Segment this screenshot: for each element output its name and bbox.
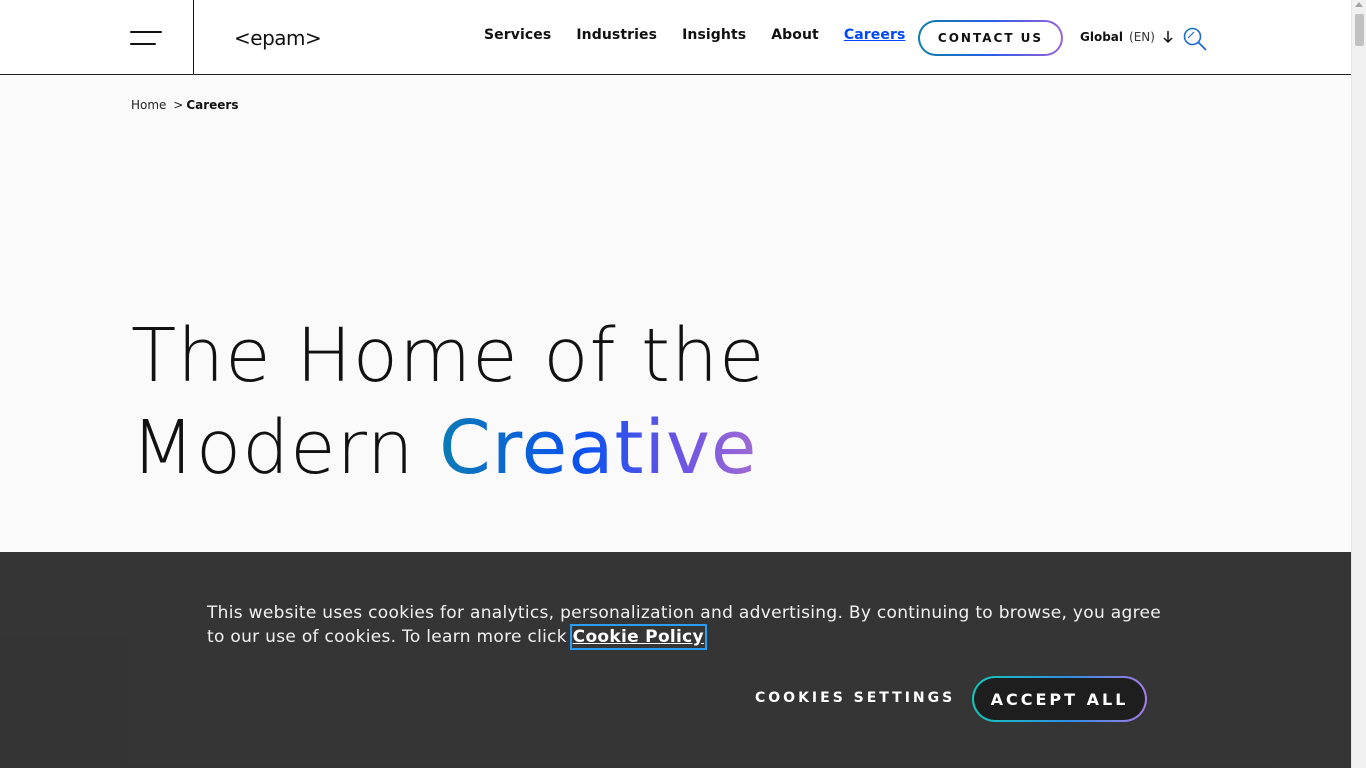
nav-item-careers[interactable]: Careers <box>844 27 906 43</box>
language-code: (EN) <box>1129 30 1155 44</box>
contact-us-button[interactable]: CONTACT US <box>918 20 1063 56</box>
language-selector[interactable]: Global (EN) <box>1080 30 1173 44</box>
cookie-banner: This website uses cookies for analytics,… <box>0 552 1351 768</box>
search-icon[interactable] <box>1182 26 1208 52</box>
breadcrumb-home[interactable]: Home <box>131 98 166 112</box>
search-icon-svg <box>1183 27 1207 51</box>
page-scrollbar[interactable] <box>1351 0 1366 768</box>
arrow-down-icon <box>1163 31 1173 44</box>
hamburger-line <box>130 43 156 45</box>
header-divider <box>193 0 194 74</box>
breadcrumb-current: Careers <box>186 98 239 112</box>
site-header: <epam> Services Industries Insights Abou… <box>0 0 1351 75</box>
nav-item-services[interactable]: Services <box>484 27 551 43</box>
scroll-thumb[interactable] <box>1355 14 1364 46</box>
breadcrumb: Home > Careers <box>131 98 239 112</box>
main-nav: Services Industries Insights About Caree… <box>484 27 930 43</box>
hero-highlight-word: Creative <box>439 405 758 491</box>
language-region: Global <box>1080 30 1124 44</box>
hamburger-line <box>130 31 162 33</box>
hero-line-2: Modern Creative <box>131 402 831 494</box>
epam-logo[interactable]: <epam> <box>234 24 322 52</box>
hero-line-1: The Home of the <box>131 313 766 399</box>
contact-us-label: CONTACT US <box>920 22 1061 54</box>
cookies-settings-button[interactable]: COOKIES SETTINGS <box>755 690 955 706</box>
nav-item-insights[interactable]: Insights <box>682 27 746 43</box>
hero-line-2-prefix: Modern <box>131 405 440 491</box>
breadcrumb-separator: > <box>173 98 184 112</box>
hamburger-menu-icon[interactable] <box>130 29 164 47</box>
scroll-up-arrow-icon[interactable] <box>1355 2 1363 7</box>
logo-text: <epam> <box>234 26 322 50</box>
nav-item-industries[interactable]: Industries <box>576 27 657 43</box>
nav-item-about[interactable]: About <box>771 27 819 43</box>
accept-all-label: ACCEPT ALL <box>974 678 1145 720</box>
hero-title: The Home of the Modern Creative <box>131 310 831 494</box>
cookie-policy-link[interactable]: Cookie Policy <box>569 624 707 650</box>
cookie-message: This website uses cookies for analytics,… <box>207 601 1167 650</box>
accept-all-button[interactable]: ACCEPT ALL <box>972 676 1147 722</box>
